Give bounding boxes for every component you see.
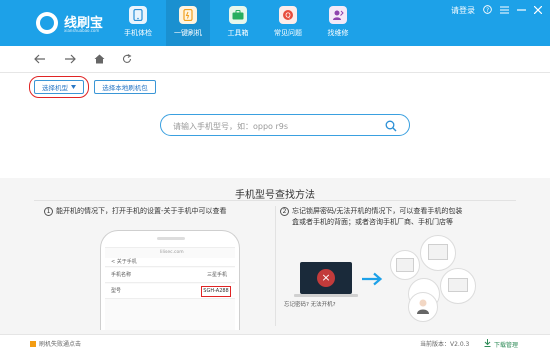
support-person-icon [416,298,430,314]
tab-faq[interactable]: Q 常见问题 [266,0,310,46]
tab-one-click-flash-label: 一键刷机 [174,29,202,37]
toolbox-icon [229,6,247,24]
download-manager-button[interactable]: 下载管理 [484,339,518,349]
phone-row-name: 手机名称 三星手机 [105,268,235,283]
store-icon [448,278,468,292]
logo-icon [36,12,58,34]
model-lookup-guide: 手机型号查找方法 1 能开机的情况下，打开手机的设置-关于手机中可以查看 2 忘记锁… [0,178,550,334]
model-search-input[interactable] [173,119,373,133]
phone-name-key: 手机名称 [111,272,132,278]
dropdown-arrow-icon [71,83,76,91]
phone-model-value: SGH-A288 [201,286,231,297]
minimize-icon[interactable] [517,6,526,16]
tip-two-text-line1: 忘记锁屏密码/无法开机的情况下，可以查看手机的包装 [292,207,463,215]
guide-divider [34,200,516,201]
window-controls: 请登录 ? [443,5,543,16]
repair-icon [329,6,347,24]
status-bar: 刷机失败通点击 当前版本：V2.0.3 下载管理 [0,334,550,350]
tip-two-text-line2: 盒或者手机的背面；或者咨询手机厂商、手机门店等 [292,218,453,226]
phone-name-value: 三星手机 [206,272,227,278]
login-link[interactable]: 请登录 [451,5,475,16]
menu-icon[interactable] [500,6,509,16]
phone-model-key: 型号 [111,288,122,294]
download-manager-label: 下载管理 [494,341,519,349]
guide-title: 手机型号查找方法 [235,190,315,201]
tip-two-number: 2 [280,207,289,216]
tip-one-number: 1 [44,207,53,216]
app-header: 线刷宝 xianshuabao.com 手机体检 一键刷机 工具箱 Q 常见问题… [0,0,550,46]
package-box-icon [396,258,414,272]
tab-repair-label: 找维修 [327,29,349,37]
tab-phone-check[interactable]: 手机体检 [116,0,160,46]
tab-toolbox[interactable]: 工具箱 [216,0,260,46]
forward-arrow-icon[interactable] [64,54,76,65]
phone-screen: lilisec.com < 关于手机 手机名称 三星手机 型号 SGH-A288 [105,247,235,330]
browser-toolbar [0,46,550,72]
back-arrow-icon[interactable] [34,54,46,65]
phone-status-url: lilisec.com [160,250,184,255]
toolbar-divider [0,72,550,73]
svg-text:?: ? [486,8,489,14]
right-arrow-icon [361,272,383,290]
tab-phone-check-label: 手机体检 [124,29,152,37]
download-icon [484,339,491,349]
error-x-icon: × [317,269,335,287]
forgot-password-caption: 忘记密码? 无法开机? [284,302,336,308]
tip-one-text: 能开机的情况下，打开手机的设置-关于手机中可以查看 [56,207,227,215]
phone-statusbar: lilisec.com [105,248,235,258]
phone-back-bar: < 关于手机 [105,258,235,267]
help-icon[interactable]: ? [483,5,492,16]
tab-toolbox-label: 工具箱 [227,29,249,37]
phone-row-model: 型号 SGH-A288 [105,284,235,299]
guide-vertical-divider [275,206,276,326]
laptop-base [294,294,358,297]
app-url: xianshuabao.com [64,28,100,33]
phone-box-icon [428,244,448,260]
svg-text:Q: Q [285,12,291,20]
version-label: 当前版本：V2.0.3 [420,341,470,348]
select-model-button[interactable]: 选择机型 [34,80,84,94]
phone-speaker [157,237,185,240]
phone-check-icon [129,6,147,24]
close-icon[interactable] [533,5,543,16]
warning-icon [30,340,36,347]
faq-icon: Q [279,6,297,24]
main-nav: 手机体检 一键刷机 工具箱 Q 常见问题 找维修 [116,0,366,46]
tip-one: 1 能开机的情况下，打开手机的设置-关于手机中可以查看 [44,206,227,217]
select-model-label: 选择机型 [42,84,68,92]
tab-faq-label: 常见问题 [274,29,302,37]
select-local-package-button[interactable]: 选择本地刷机包 [94,80,156,94]
search-icon[interactable] [385,120,397,132]
flash-fail-link[interactable]: 刷机失败通点击 [30,339,81,348]
refresh-icon[interactable] [122,54,132,65]
tab-one-click-flash[interactable]: 一键刷机 [166,0,210,46]
home-icon[interactable] [94,54,105,65]
laptop-illustration: × [300,262,352,294]
tab-repair[interactable]: 找维修 [316,0,360,46]
tip-two: 2 忘记锁屏密码/无法开机的情况下，可以查看手机的包装 盒或者手机的背面；或者咨询… [280,206,462,228]
search-box [160,114,410,136]
phone-illustration: lilisec.com < 关于手机 手机名称 三星手机 型号 SGH-A288 [100,230,240,330]
one-click-flash-icon [179,6,197,24]
flash-fail-label: 刷机失败通点击 [39,341,82,348]
